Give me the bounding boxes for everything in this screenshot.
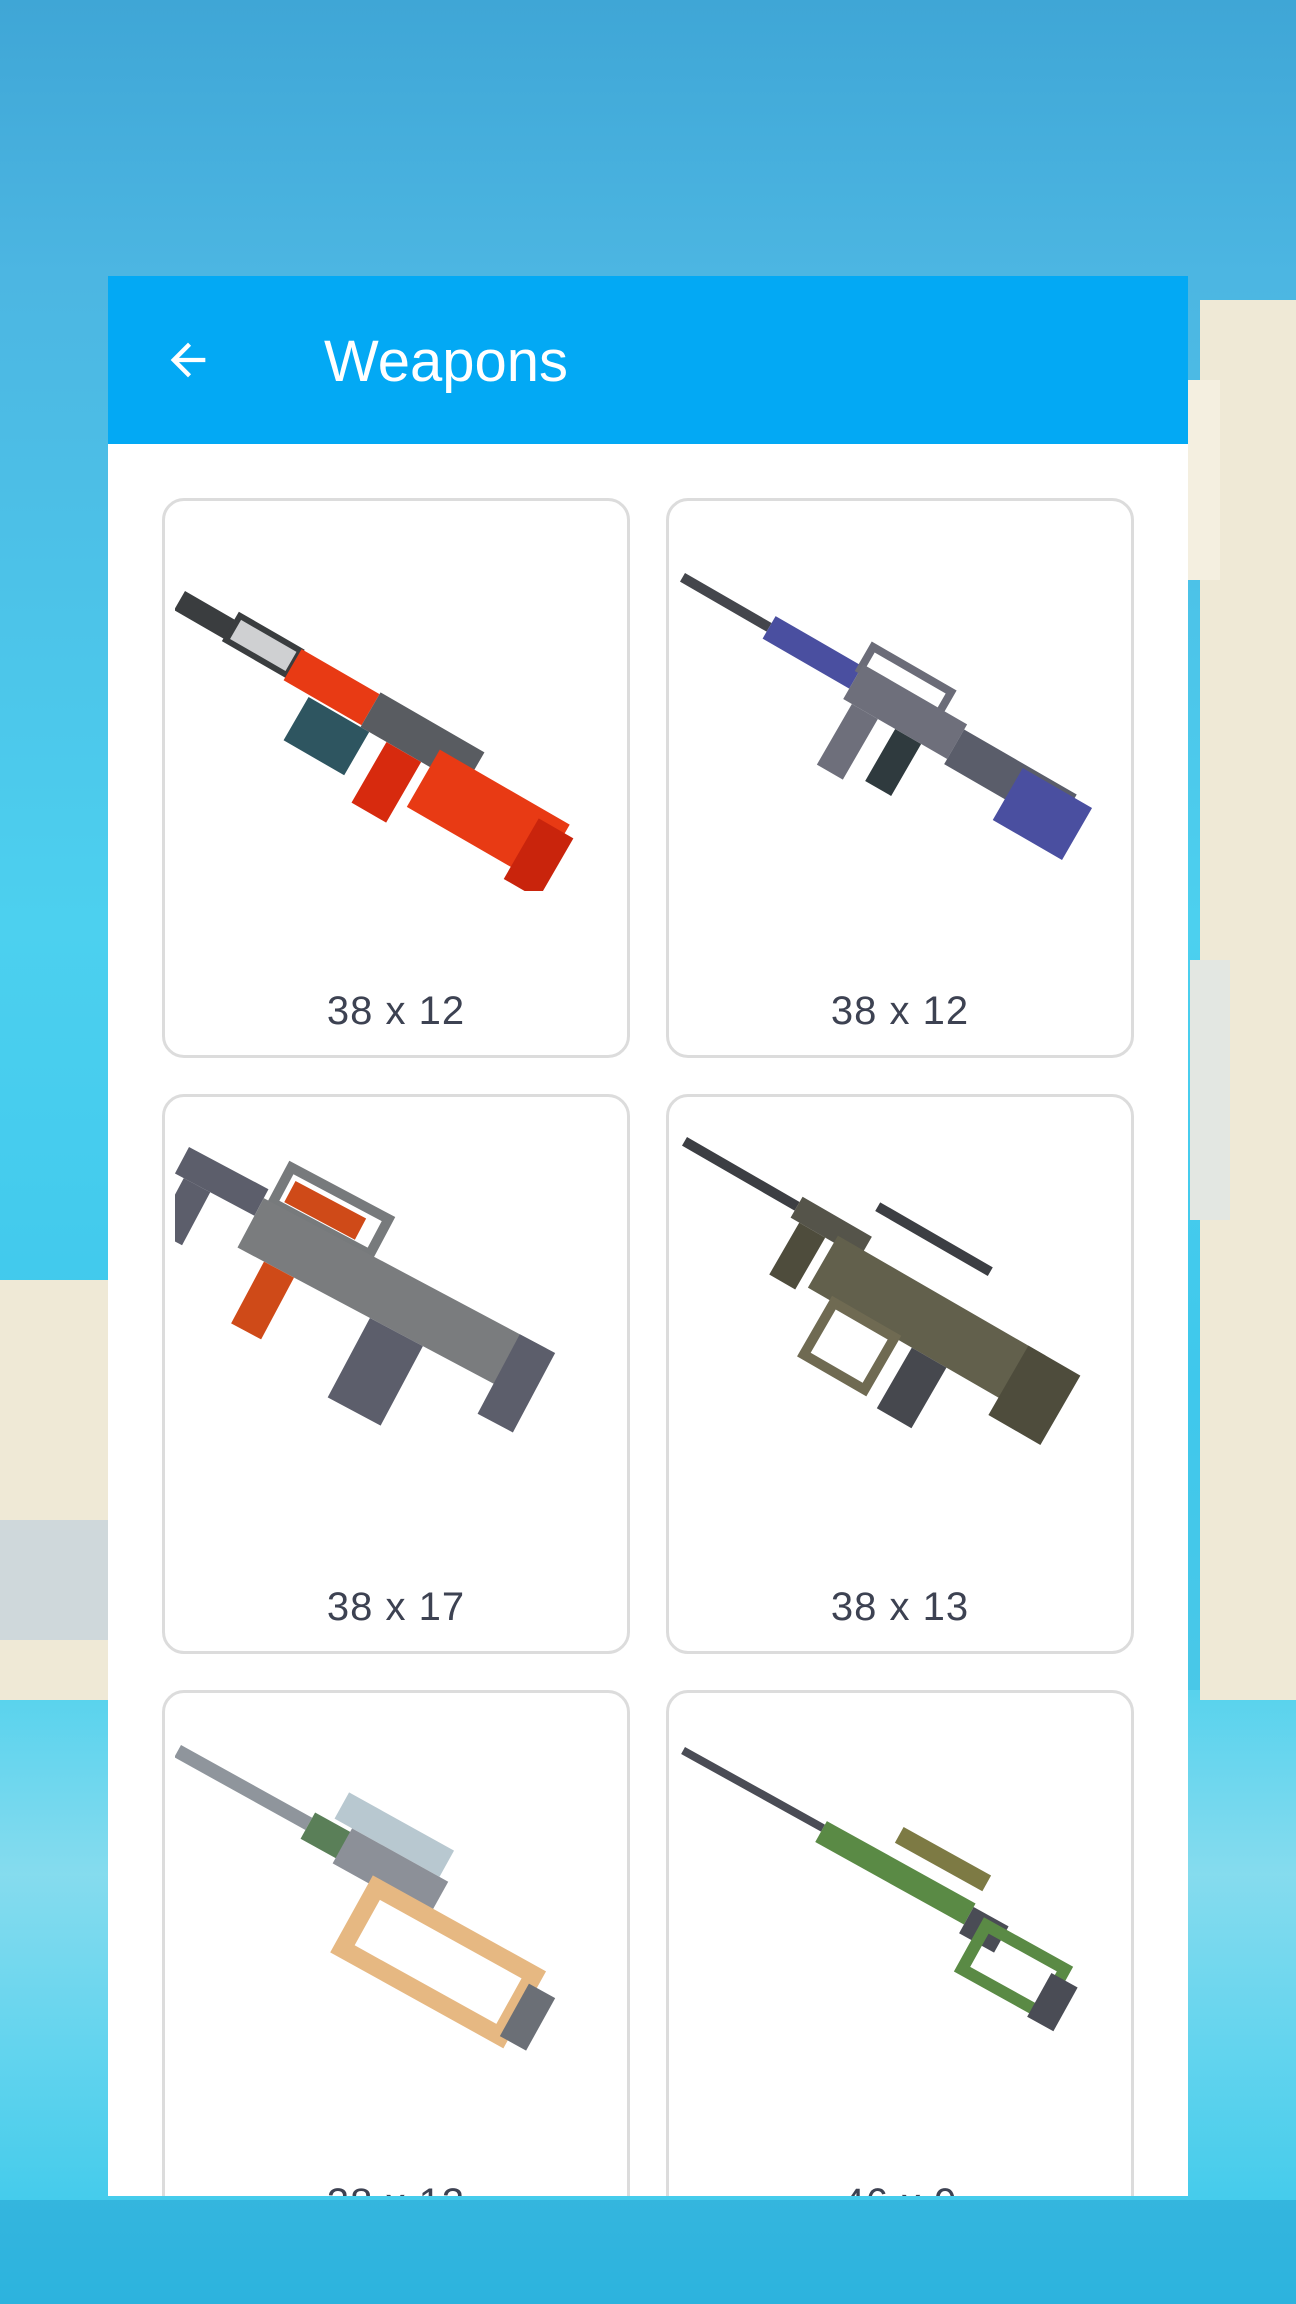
weapon-size-label: 38 x 17: [326, 1585, 466, 1629]
background-clouds-right: [1180, 300, 1296, 1700]
weapon-card[interactable]: 38 x 12: [666, 498, 1134, 1058]
background-water: [0, 2200, 1296, 2304]
weapon-size-label: 38 x 12: [830, 989, 970, 1033]
weapon-card[interactable]: 38 x 13: [666, 1094, 1134, 1654]
back-button[interactable]: [148, 320, 228, 400]
weapon-card[interactable]: 38 x 13: [162, 1690, 630, 2196]
page-title: Weapons: [324, 329, 568, 394]
weapon-size-label: 38 x 12: [326, 989, 466, 1033]
weapon-size-label: 38 x 13: [165, 2181, 627, 2196]
weapon-size-label: 38 x 13: [830, 1585, 970, 1629]
weapon-size-label: 46 x 9: [669, 2181, 1131, 2196]
sniper-green-icon: [681, 1747, 1078, 2032]
weapon-card[interactable]: 38 x 12: [162, 498, 630, 1058]
rifle-purple-icon: [680, 573, 1093, 860]
background-clouds-left: [0, 1280, 108, 1700]
bullpup-gray-icon: [175, 1147, 556, 1433]
weapon-card[interactable]: 38 x 17: [162, 1094, 630, 1654]
rifle-red-icon: [175, 591, 574, 891]
weapons-dialog: Weapons 38 x 12 38 x 12 38 x 17 38 x 13: [108, 276, 1188, 2196]
arrow-left-icon: [170, 342, 206, 378]
app-bar: Weapons: [108, 276, 1188, 444]
weapon-card[interactable]: 46 x 9: [666, 1690, 1134, 2196]
sniper-tan-icon: [175, 1745, 556, 2051]
rifle-olive-icon: [682, 1137, 1081, 1445]
